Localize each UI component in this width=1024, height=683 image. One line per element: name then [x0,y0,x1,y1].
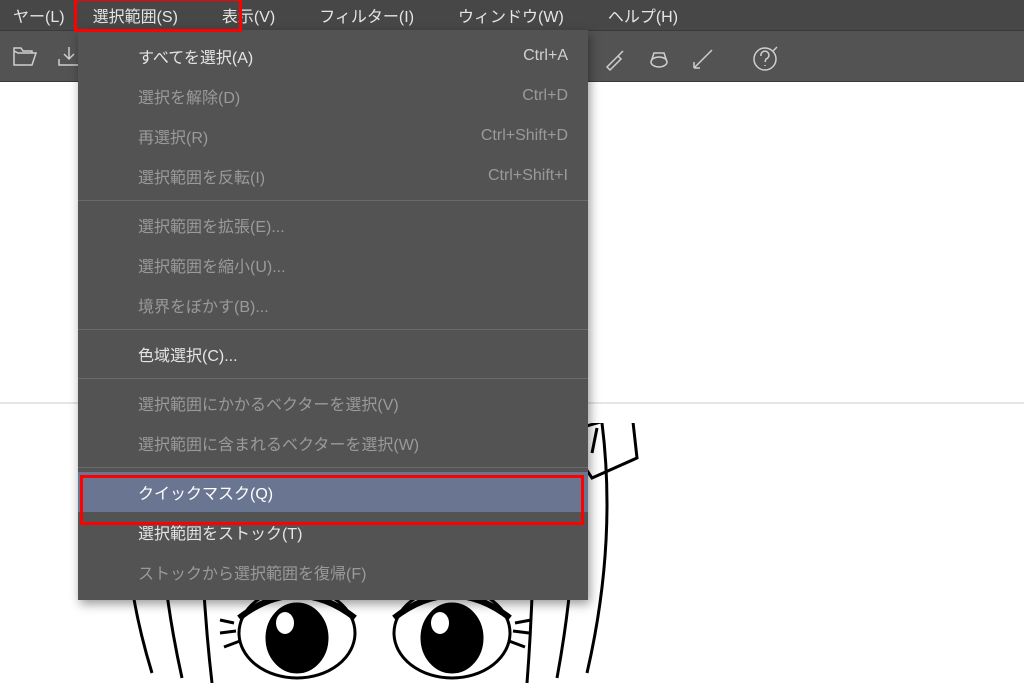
menu-item-label: 選択範囲を縮小(U)... [138,253,568,277]
bucket-icon[interactable] [640,40,678,78]
dd-stock[interactable]: 選択範囲をストック(T) [78,512,588,552]
dd-quick-mask[interactable]: クイックマスク(Q) [78,472,588,512]
menu-layer-partial[interactable]: ヤー(L) [7,0,71,30]
menu-item-label: すべてを選択(A) [138,44,523,68]
open-icon[interactable] [6,37,44,75]
dd-feather: 境界をぼかす(B)... [78,285,588,325]
menu-separator [78,378,588,379]
menu-item-label: 選択範囲を反転(I) [138,164,488,188]
dd-vector-contained: 選択範囲に含まれるベクターを選択(W) [78,423,588,463]
dd-restore-stock: ストックから選択範囲を復帰(F) [78,552,588,592]
menubar: ヤー(L) 選択範囲(S)表示(V)フィルター(I)ウィンドウ(W)ヘルプ(H) [0,0,1024,30]
menu-item-label: 選択範囲をストック(T) [138,520,568,544]
dd-contract: 選択範囲を縮小(U)... [78,245,588,285]
dd-deselect: 選択を解除(D)Ctrl+D [78,76,588,116]
dd-reselect: 再選択(R)Ctrl+Shift+D [78,116,588,156]
menu-item-label: 選択範囲にかかるベクターを選択(V) [138,391,568,415]
menu-help[interactable]: ヘルプ(H) [586,0,700,30]
dd-expand: 選択範囲を拡張(E)... [78,205,588,245]
help-icon[interactable] [746,40,784,78]
menu-separator [78,200,588,201]
shortcut-label: Ctrl+A [523,47,568,65]
menu-select[interactable]: 選択範囲(S) [71,0,200,30]
shortcut-label: Ctrl+Shift+I [488,167,568,185]
line-icon[interactable] [684,40,722,78]
dd-invert: 選択範囲を反転(I)Ctrl+Shift+I [78,156,588,196]
shortcut-label: Ctrl+D [522,87,568,105]
menu-item-label: 色域選択(C)... [138,342,568,366]
menu-view[interactable]: 表示(V) [200,0,297,30]
menu-separator [78,467,588,468]
menu-item-label: ストックから選択範囲を復帰(F) [138,560,568,584]
dd-color-range[interactable]: 色域選択(C)... [78,334,588,374]
menu-window[interactable]: ウィンドウ(W) [436,0,586,30]
menu-item-label: クイックマスク(Q) [138,480,568,504]
dd-vector-touching: 選択範囲にかかるベクターを選択(V) [78,383,588,423]
menu-item-label: 選択範囲を拡張(E)... [138,213,568,237]
menu-item-label: 境界をぼかす(B)... [138,293,568,317]
menu-separator [78,329,588,330]
menu-filter[interactable]: フィルター(I) [297,0,436,30]
menu-item-label: 再選択(R) [138,124,481,148]
shortcut-label: Ctrl+Shift+D [481,127,568,145]
menu-item-label: 選択範囲に含まれるベクターを選択(W) [138,431,568,455]
dd-select-all[interactable]: すべてを選択(A)Ctrl+A [78,36,588,76]
menu-item-label: 選択を解除(D) [138,84,522,108]
select-menu-dropdown: すべてを選択(A)Ctrl+A選択を解除(D)Ctrl+D再選択(R)Ctrl+… [78,30,588,600]
brush-icon[interactable] [596,40,634,78]
